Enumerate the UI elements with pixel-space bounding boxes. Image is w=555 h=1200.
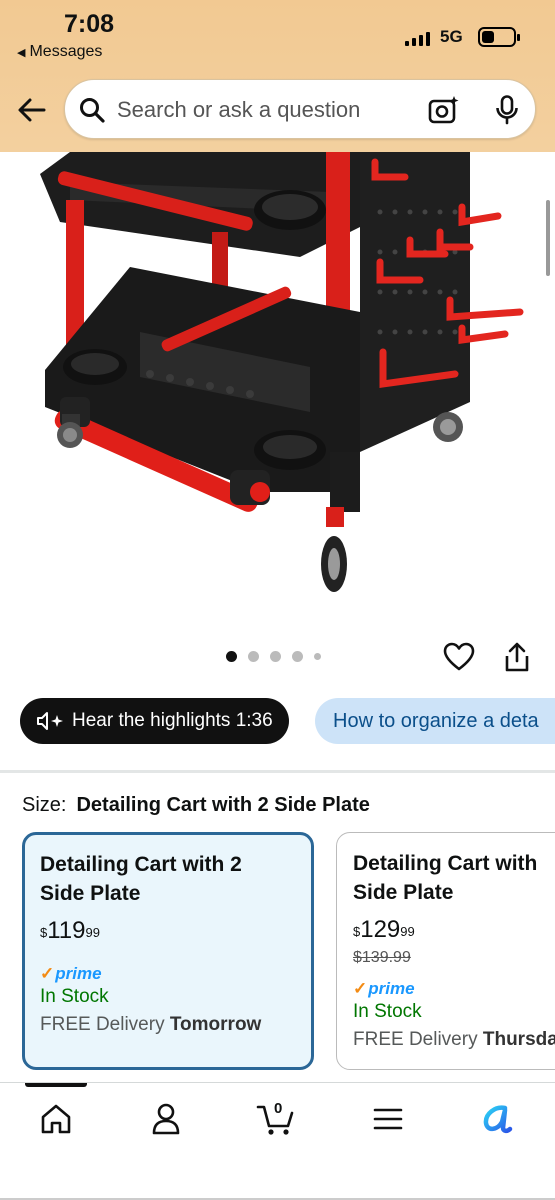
prime-badge: ✓prime — [353, 979, 415, 998]
status-time: 7:08 — [64, 10, 115, 38]
bottom-navigation: 0 — [0, 1082, 555, 1200]
back-arrow-icon[interactable] — [14, 92, 50, 128]
menu-tab[interactable] — [366, 1097, 410, 1141]
delivery-info: FREE Delivery Thursda — [353, 1029, 555, 1050]
network-label: 5G — [440, 27, 463, 46]
list-price: $139.99 — [353, 949, 411, 966]
signal-icon — [405, 30, 430, 46]
option-title: Detailing Cart with — [353, 852, 538, 875]
home-icon — [41, 1104, 71, 1134]
prime-check-icon: ✓ — [40, 964, 55, 983]
size-option-card-selected[interactable]: Detailing Cart with 2 Side Plate $11999 … — [22, 832, 314, 1070]
delivery-info: FREE Delivery Tomorrow — [40, 1014, 262, 1035]
search-icon — [80, 98, 105, 123]
hamburger-menu-icon — [373, 1108, 403, 1130]
product-image[interactable] — [0, 152, 555, 622]
prime-check-icon: ✓ — [353, 979, 368, 998]
option-title: Side Plate — [40, 882, 141, 905]
stock-status: In Stock — [40, 986, 109, 1007]
cart-count: 0 — [274, 1100, 283, 1117]
battery-icon — [478, 27, 520, 47]
share-icon[interactable] — [503, 641, 531, 673]
question-chip-label: How to organize a deta — [333, 709, 539, 732]
active-tab-indicator — [25, 1083, 87, 1087]
option-title: Detailing Cart with 2 — [40, 853, 242, 876]
question-chip[interactable]: How to organize a deta — [315, 698, 555, 744]
option-price: $11999 — [40, 917, 100, 944]
back-to-messages[interactable]: ◀ Messages — [17, 43, 102, 61]
carousel-dot[interactable] — [248, 651, 259, 662]
option-title: Side Plate — [353, 881, 454, 904]
account-tab[interactable] — [144, 1097, 188, 1141]
detailing-cart-image — [40, 152, 524, 592]
hear-highlights-label: Hear the highlights 1:36 — [72, 710, 273, 731]
carousel-dot[interactable] — [314, 653, 321, 660]
speaker-sparkle-icon — [37, 712, 63, 730]
microphone-icon[interactable] — [495, 95, 519, 125]
hear-highlights-chip[interactable]: Hear the highlights 1:36 — [20, 698, 289, 744]
rufus-tab[interactable] — [476, 1097, 520, 1141]
camera-lens-icon[interactable] — [428, 95, 460, 125]
stock-status: In Stock — [353, 1001, 422, 1022]
size-option-card[interactable]: Detailing Cart with Side Plate $12999 $1… — [336, 832, 555, 1070]
home-tab[interactable] — [34, 1097, 78, 1141]
size-label: Size: — [22, 794, 67, 816]
rufus-assistant-icon — [483, 1105, 513, 1134]
app-header: 7:08 ◀ Messages 5G — [0, 0, 555, 152]
search-bar[interactable] — [64, 79, 536, 139]
scroll-indicator — [546, 200, 550, 276]
carousel-dot[interactable] — [270, 651, 281, 662]
image-carousel-dots[interactable] — [226, 651, 321, 662]
back-app-label: Messages — [29, 43, 103, 60]
prime-badge: ✓prime — [40, 964, 102, 983]
back-triangle-icon: ◀ — [17, 46, 26, 59]
status-bar: 7:08 ◀ Messages 5G — [0, 0, 555, 70]
option-price: $12999 — [353, 916, 415, 943]
search-input[interactable] — [117, 92, 417, 128]
person-icon — [152, 1103, 180, 1135]
carousel-dot[interactable] — [226, 651, 237, 662]
size-selected-value: Detailing Cart with 2 Side Plate — [76, 794, 370, 816]
heart-icon[interactable] — [443, 642, 475, 672]
carousel-dot[interactable] — [292, 651, 303, 662]
section-divider — [0, 770, 555, 773]
size-selector-heading: Size: Detailing Cart with 2 Side Plate — [22, 794, 370, 817]
